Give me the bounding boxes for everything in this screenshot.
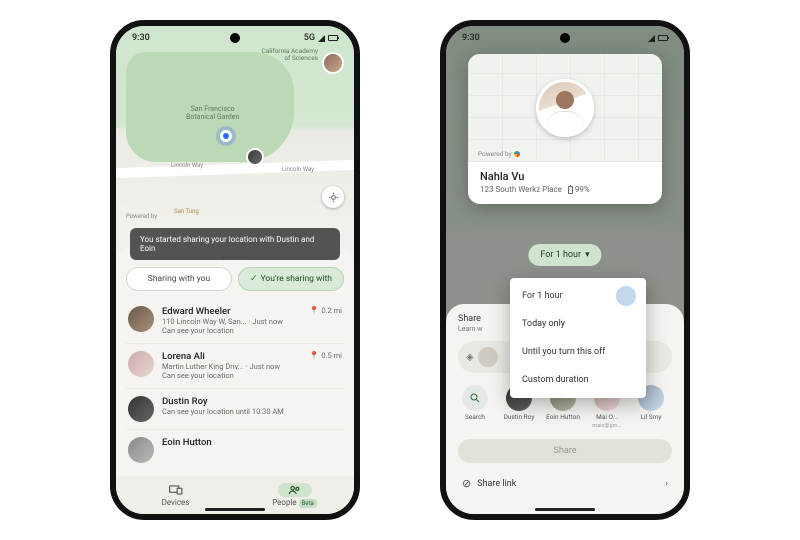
clock: 9:30 — [462, 33, 480, 43]
nav-label: Devices — [162, 498, 190, 507]
phone-left: 9:30 5G California Academy of Sciences S… — [110, 20, 360, 520]
devices-icon — [169, 485, 183, 495]
map-view[interactable]: California Academy of Sciences San Franc… — [116, 26, 354, 226]
map-poi-santung: San Tung — [174, 208, 199, 215]
menu-item-custom[interactable]: Custom duration — [510, 366, 646, 394]
people-icon — [288, 485, 302, 495]
powered-by-label: Powered by — [478, 150, 520, 158]
tab-label: You're sharing with — [261, 274, 332, 284]
contact-search[interactable]: Search — [458, 385, 492, 429]
share-link-row[interactable]: ⊘ Share link › — [458, 471, 672, 496]
person-avatar-large[interactable] — [536, 79, 594, 137]
recenter-button[interactable] — [322, 186, 344, 208]
menu-item-today[interactable]: Today only — [510, 310, 646, 338]
map-park-label: San Francisco Botanical Garden — [186, 106, 239, 121]
powered-by-label: Powered by — [126, 213, 157, 220]
battery-icon — [568, 186, 573, 194]
avatar — [128, 396, 154, 422]
duration-chip-label: For 1 hour — [540, 250, 581, 260]
road-label-2: Lincoln Way — [282, 166, 314, 173]
avatar — [128, 306, 154, 332]
crosshair-icon — [328, 192, 339, 203]
check-icon: ✓ — [250, 274, 258, 284]
pin-icon: 📍 — [309, 351, 319, 360]
person-name: Lorena Ali — [162, 351, 301, 362]
phone-right: 9:30 Powered by Nahla Vu 123 South Werkz… — [440, 20, 690, 520]
menu-item-until-off[interactable]: Until you turn this off — [510, 338, 646, 366]
signal-icon — [648, 35, 655, 42]
avatar — [128, 351, 154, 377]
people-sheet[interactable]: Sharing with you ✓You're sharing with Ed… — [116, 248, 354, 514]
person-address: 123 South Werkz Place — [480, 185, 562, 194]
link-icon: ⊘ — [462, 477, 471, 490]
google-logo-icon — [514, 151, 520, 157]
tab-bar: Sharing with you ✓You're sharing with — [126, 267, 344, 291]
tab-youre-sharing-with[interactable]: ✓You're sharing with — [238, 267, 344, 291]
battery-icon — [658, 35, 668, 41]
person-name: Eoin Hutton — [162, 437, 342, 448]
avatar — [128, 437, 154, 463]
map-poi-label: California Academy of Sciences — [262, 48, 318, 62]
map-road — [110, 159, 360, 178]
list-item[interactable]: Dustin Roy Can see your location until 1… — [126, 389, 344, 430]
toast-message: You started sharing your location with D… — [130, 228, 340, 260]
pin-icon: 📍 — [309, 306, 319, 315]
search-icon — [462, 385, 488, 411]
duration-menu: For 1 hour Today only Until you turn thi… — [510, 278, 646, 398]
nav-label: People — [272, 498, 296, 507]
map-avatar-corner[interactable] — [322, 52, 344, 74]
home-indicator[interactable] — [205, 508, 265, 511]
tag-icon: ◈ — [466, 352, 474, 363]
people-list: Edward Wheeler 110 Lincoln Way W, San...… — [126, 299, 344, 470]
network-label: 5G — [304, 33, 315, 43]
status-bar: 9:30 5G — [116, 30, 354, 46]
list-item[interactable]: Edward Wheeler 110 Lincoln Way W, San...… — [126, 299, 344, 344]
recipient-chip[interactable] — [478, 347, 498, 367]
person-name: Nahla Vu — [480, 170, 650, 183]
chevron-right-icon: › — [665, 479, 668, 489]
person-name: Dustin Roy — [162, 396, 342, 407]
person-name: Edward Wheeler — [162, 306, 301, 317]
road-label-1: Lincoln Way — [171, 162, 203, 169]
list-item[interactable]: Lorena Ali Martin Luther King Driv... · … — [126, 344, 344, 389]
list-item[interactable]: Eoin Hutton — [126, 430, 344, 470]
map-avatar-person[interactable] — [246, 148, 264, 166]
status-bar: 9:30 — [446, 30, 684, 46]
share-link-label: Share link — [477, 479, 516, 489]
battery-icon — [328, 35, 338, 41]
menu-item-1hour[interactable]: For 1 hour — [510, 282, 646, 310]
tab-sharing-with-you[interactable]: Sharing with you — [126, 267, 232, 291]
signal-icon — [318, 35, 325, 42]
battery-percent: 99% — [575, 185, 590, 194]
my-location-dot[interactable] — [220, 130, 232, 142]
beta-badge: Beta — [299, 499, 317, 508]
home-indicator[interactable] — [535, 508, 595, 511]
mini-map: Powered by — [468, 54, 662, 162]
tab-label: Sharing with you — [148, 274, 210, 284]
clock: 9:30 — [132, 33, 150, 43]
chevron-down-icon: ▾ — [585, 250, 590, 260]
duration-chip[interactable]: For 1 hour ▾ — [528, 244, 601, 266]
person-card[interactable]: Powered by Nahla Vu 123 South Werkz Plac… — [468, 54, 662, 204]
share-button[interactable]: Share — [458, 439, 672, 463]
